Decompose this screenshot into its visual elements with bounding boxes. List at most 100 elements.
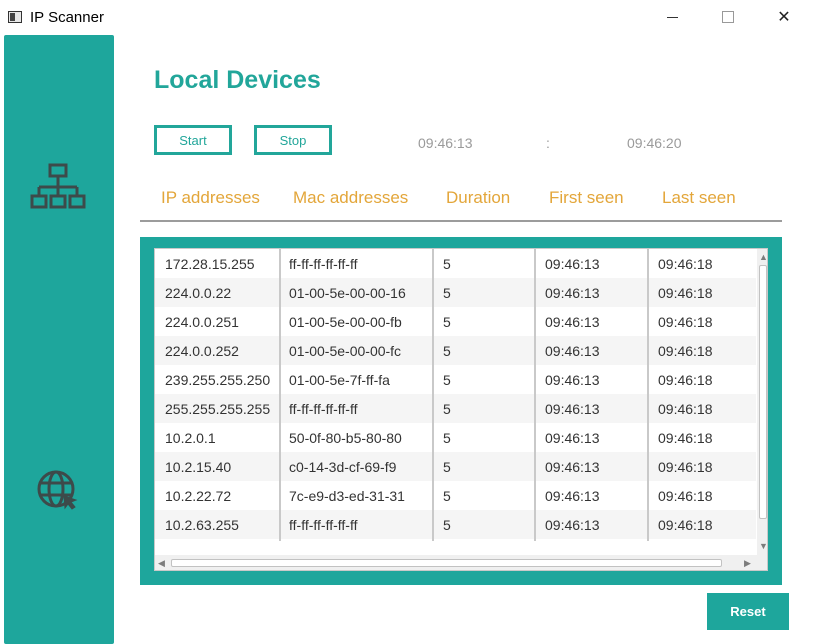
cell-mac: ff-ff-ff-ff-ff-ff [289,255,358,272]
cell-first-seen: 09:46:13 [545,255,600,272]
cell-mac: 01-00-5e-00-00-16 [279,278,433,307]
scroll-down-icon[interactable]: ▼ [759,541,767,551]
close-button[interactable]: ✕ [756,0,812,34]
cell-last-seen: 09:46:18 [648,394,756,423]
devices-table: 172.28.15.255 ff-ff-ff-ff-ff-ff 5 09:46:… [154,248,768,571]
scroll-up-icon[interactable]: ▲ [759,252,767,262]
cell-ip: 224.0.0.251 [165,313,239,330]
cell-mac: ff-ff-ff-ff-ff-ff [279,510,433,539]
cell-duration: 5 [443,371,451,388]
app-icon [8,11,22,23]
scroll-right-icon[interactable]: ▶ [744,558,751,568]
horizontal-scrollbar[interactable]: ◀ ▶ [155,555,757,570]
table-row[interactable]: 239.255.255.250 01-00-5e-7f-ff-fa 5 09:4… [155,365,756,394]
cell-last-seen: 09:46:18 [658,371,713,388]
cell-ip: 10.2.22.72 [165,487,232,504]
cell-ip: 10.2.0.1 [165,429,216,446]
sidebar [4,35,114,644]
minimize-button[interactable] [644,0,700,34]
close-icon: ✕ [777,9,791,26]
vertical-scroll-thumb[interactable] [759,265,767,519]
start-button[interactable]: Start [154,125,232,155]
header-mac[interactable]: Mac addresses [293,188,408,208]
column-divider[interactable] [647,249,649,541]
cell-duration: 5 [433,278,535,307]
cell-last-seen: 09:46:18 [648,336,756,365]
horizontal-scroll-thumb[interactable] [171,559,722,567]
network-icon[interactable] [30,163,86,218]
table-row[interactable]: 224.0.0.252 01-00-5e-00-00-fc 5 09:46:13… [155,336,756,365]
cell-mac: 01-00-5e-00-00-fb [289,313,402,330]
cell-first-seen: 09:46:13 [535,336,648,365]
cell-last-seen: 09:46:18 [658,429,713,446]
time-separator: : [546,135,550,151]
cell-last-seen: 09:46:18 [658,487,713,504]
title-bar: IP Scanner ✕ [0,0,813,34]
cell-duration: 5 [443,313,451,330]
header-duration[interactable]: Duration [446,188,510,208]
cell-last-seen: 09:46:18 [648,510,756,539]
cell-duration: 5 [433,452,535,481]
cell-ip: 255.255.255.255 [155,394,279,423]
cell-ip: 172.28.15.255 [165,255,255,272]
maximize-button[interactable] [700,0,756,34]
table-row[interactable]: 172.28.15.255 ff-ff-ff-ff-ff-ff 5 09:46:… [155,249,756,278]
globe-icon[interactable] [36,469,80,518]
cell-last-seen: 09:46:18 [648,278,756,307]
cell-ip: 10.2.15.40 [155,452,279,481]
maximize-icon [722,11,734,23]
vertical-scrollbar[interactable]: ▲ ▼ [757,249,767,555]
cell-ip: 224.0.0.252 [155,336,279,365]
table-row[interactable]: 10.2.63.255 ff-ff-ff-ff-ff-ff 5 09:46:13… [155,510,756,539]
table-row[interactable]: 10.2.22.72 7c-e9-d3-ed-31-31 5 09:46:13 … [155,481,756,510]
column-divider[interactable] [534,249,536,541]
devices-table-frame: 172.28.15.255 ff-ff-ff-ff-ff-ff 5 09:46:… [140,237,782,585]
table-row[interactable]: 255.255.255.255 ff-ff-ff-ff-ff-ff 5 09:4… [155,394,756,423]
cell-first-seen: 09:46:13 [545,487,600,504]
cell-mac: 7c-e9-d3-ed-31-31 [289,487,405,504]
cell-mac: ff-ff-ff-ff-ff-ff [279,394,433,423]
cell-mac: c0-14-3d-cf-69-f9 [279,452,433,481]
cell-duration: 5 [443,487,451,504]
table-row[interactable]: 10.2.0.1 50-0f-80-b5-80-80 5 09:46:13 09… [155,423,756,452]
table-row[interactable]: 224.0.0.22 01-00-5e-00-00-16 5 09:46:13 … [155,278,756,307]
stop-button[interactable]: Stop [254,125,332,155]
cell-first-seen: 09:46:13 [535,278,648,307]
column-divider[interactable] [279,249,281,541]
cell-duration: 5 [433,510,535,539]
cell-first-seen: 09:46:13 [535,394,648,423]
cell-first-seen: 09:46:13 [535,510,648,539]
cell-first-seen: 09:46:13 [545,429,600,446]
cell-ip: 224.0.0.22 [155,278,279,307]
column-divider[interactable] [432,249,434,541]
cell-mac: 01-00-5e-00-00-fc [279,336,433,365]
cell-ip: 10.2.63.255 [155,510,279,539]
end-time: 09:46:20 [627,135,682,151]
scroll-left-icon[interactable]: ◀ [158,558,165,568]
minimize-icon [666,16,678,18]
cell-first-seen: 09:46:13 [545,371,600,388]
cell-last-seen: 09:46:18 [648,452,756,481]
page-title: Local Devices [154,66,321,94]
table-row[interactable]: 224.0.0.251 01-00-5e-00-00-fb 5 09:46:13… [155,307,756,336]
header-first-seen[interactable]: First seen [549,188,624,208]
header-ip[interactable]: IP addresses [161,188,260,208]
cell-mac: 01-00-5e-7f-ff-fa [289,371,390,388]
table-row[interactable]: 10.2.15.40 c0-14-3d-cf-69-f9 5 09:46:13 … [155,452,756,481]
reset-button[interactable]: Reset [707,593,789,630]
window-title: IP Scanner [30,9,104,26]
column-headers: IP addresses Mac addresses Duration Firs… [140,180,782,222]
cell-mac: 50-0f-80-b5-80-80 [289,429,402,446]
cell-last-seen: 09:46:18 [658,313,713,330]
cell-duration: 5 [433,394,535,423]
cell-duration: 5 [443,429,451,446]
cell-duration: 5 [443,255,451,272]
cell-first-seen: 09:46:13 [545,313,600,330]
cell-duration: 5 [433,336,535,365]
header-last-seen[interactable]: Last seen [662,188,736,208]
cell-first-seen: 09:46:13 [535,452,648,481]
scroll-corner [757,555,767,570]
start-time: 09:46:13 [418,135,473,151]
cell-last-seen: 09:46:18 [658,255,713,272]
cell-ip: 239.255.255.250 [165,371,271,388]
